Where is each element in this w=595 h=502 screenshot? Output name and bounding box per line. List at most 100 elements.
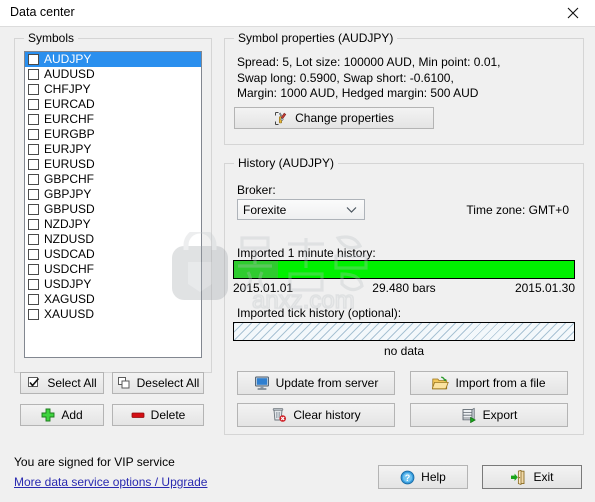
- symbol-checkbox[interactable]: [28, 144, 39, 155]
- two-squares-icon: [117, 376, 131, 390]
- change-properties-button[interactable]: Change properties: [234, 107, 434, 129]
- symbol-list-item[interactable]: CHFJPY: [25, 82, 201, 97]
- symbol-list-item[interactable]: AUDUSD: [25, 67, 201, 82]
- close-icon: [567, 7, 579, 19]
- symbol-properties-legend: Symbol properties (AUDJPY): [234, 31, 398, 45]
- export-label: Export: [482, 408, 518, 422]
- symbol-properties-details: Spread: 5, Lot size: 100000 AUD, Min poi…: [237, 55, 501, 100]
- symbol-checkbox[interactable]: [28, 294, 39, 305]
- symbol-list-item[interactable]: USDCHF: [25, 262, 201, 277]
- symbol-list-item[interactable]: XAGUSD: [25, 292, 201, 307]
- upgrade-link[interactable]: More data service options / Upgrade: [14, 475, 207, 489]
- history-legend: History (AUDJPY): [234, 156, 339, 170]
- symbol-list-item[interactable]: EURUSD: [25, 157, 201, 172]
- select-all-button[interactable]: Select All: [20, 372, 104, 394]
- symbol-list-item[interactable]: EURCHF: [25, 112, 201, 127]
- symbol-list-item[interactable]: USDCAD: [25, 247, 201, 262]
- symbols-panel: Symbols AUDJPY AUDUSD CHFJPY EURCAD EURCHF EU…: [14, 31, 212, 373]
- symbol-label: EURJPY: [44, 142, 92, 156]
- symbol-checkbox[interactable]: [28, 189, 39, 200]
- chevron-down-icon: [345, 203, 358, 217]
- trash-delete-icon: [271, 407, 287, 423]
- import-from-file-label: Import from a file: [455, 376, 546, 390]
- deselect-all-label: Deselect All: [136, 376, 200, 390]
- symbol-label: XAGUSD: [44, 292, 95, 306]
- import-from-file-button[interactable]: Import from a file: [410, 371, 568, 395]
- symbol-list[interactable]: AUDJPY AUDUSD CHFJPY EURCAD EURCHF EURGBP EURJ…: [24, 51, 202, 358]
- exit-label: Exit: [533, 470, 554, 484]
- symbol-list-item[interactable]: GBPCHF: [25, 172, 201, 187]
- exit-door-icon: [510, 469, 527, 485]
- symbol-list-item[interactable]: USDJPY: [25, 277, 201, 292]
- symbol-label: CHFJPY: [44, 82, 91, 96]
- symbol-checkbox[interactable]: [28, 279, 39, 290]
- symbol-list-item[interactable]: EURJPY: [25, 142, 201, 157]
- export-button[interactable]: Export: [410, 403, 568, 427]
- symbol-checkbox[interactable]: [28, 54, 39, 65]
- broker-selected-value: Forexite: [243, 202, 287, 217]
- minute-history-bar: [233, 260, 575, 279]
- vip-status-text: You are signed for VIP service: [14, 455, 175, 469]
- minute-history-bar-dim-segment: [234, 261, 279, 278]
- symbol-checkbox[interactable]: [28, 234, 39, 245]
- broker-select[interactable]: Forexite: [237, 199, 365, 220]
- delete-button[interactable]: Delete: [112, 404, 204, 426]
- symbol-list-item[interactable]: GBPUSD: [25, 202, 201, 217]
- symbol-list-item[interactable]: NZDUSD: [25, 232, 201, 247]
- symbol-label: NZDJPY: [44, 217, 91, 231]
- symbol-checkbox[interactable]: [28, 249, 39, 260]
- title-bar: Data center: [0, 0, 595, 27]
- update-from-server-button[interactable]: Update from server: [237, 371, 395, 395]
- database-export-icon: [461, 407, 477, 423]
- clear-history-button[interactable]: Clear history: [237, 403, 395, 427]
- symbol-label: USDJPY: [44, 277, 92, 291]
- symbol-checkbox[interactable]: [28, 99, 39, 110]
- symbol-checkbox[interactable]: [28, 159, 39, 170]
- svg-text:?: ?: [405, 473, 411, 483]
- symbol-label: USDCHF: [44, 262, 94, 276]
- tick-history-bar: [233, 322, 575, 341]
- wrench-screwdriver-icon: [274, 111, 289, 126]
- symbol-checkbox[interactable]: [28, 174, 39, 185]
- symbol-list-item[interactable]: EURGBP: [25, 127, 201, 142]
- add-label: Add: [61, 408, 83, 422]
- symbol-list-item[interactable]: NZDJPY: [25, 217, 201, 232]
- symbol-checkbox[interactable]: [28, 84, 39, 95]
- clear-history-label: Clear history: [293, 408, 361, 422]
- symbol-label: EURCHF: [44, 112, 94, 126]
- close-button[interactable]: [550, 0, 595, 25]
- green-plus-icon: [41, 408, 55, 422]
- add-button[interactable]: Add: [20, 404, 104, 426]
- symbol-label: XAUUSD: [44, 307, 95, 321]
- symbol-label: EURGBP: [44, 127, 95, 141]
- exit-button[interactable]: Exit: [482, 465, 582, 489]
- symbol-checkbox[interactable]: [28, 219, 39, 230]
- symbol-list-item[interactable]: GBPJPY: [25, 187, 201, 202]
- symbol-label: NZDUSD: [44, 232, 94, 246]
- tick-history-label: Imported tick history (optional):: [237, 306, 402, 320]
- symbol-checkbox[interactable]: [28, 264, 39, 275]
- deselect-all-button[interactable]: Deselect All: [112, 372, 204, 394]
- history-start-date: 2015.01.01: [233, 281, 294, 295]
- symbol-label: EURCAD: [44, 97, 95, 111]
- tick-history-status: no data: [383, 344, 425, 358]
- symbol-label: GBPCHF: [44, 172, 95, 186]
- symbol-label: AUDJPY: [44, 52, 92, 66]
- minute-history-bar-labels: 2015.01.01 29.480 bars 2015.01.30: [233, 281, 575, 296]
- red-minus-icon: [131, 408, 145, 422]
- symbol-label: GBPUSD: [44, 202, 95, 216]
- symbol-label: AUDUSD: [44, 67, 95, 81]
- symbol-list-item[interactable]: EURCAD: [25, 97, 201, 112]
- history-end-date: 2015.01.30: [514, 281, 575, 295]
- timezone-label: Time zone: GMT+0: [466, 203, 569, 217]
- symbol-checkbox[interactable]: [28, 129, 39, 140]
- symbol-checkbox[interactable]: [28, 114, 39, 125]
- symbol-label: GBPJPY: [44, 187, 92, 201]
- symbol-checkbox[interactable]: [28, 69, 39, 80]
- symbol-checkbox[interactable]: [28, 309, 39, 320]
- symbol-list-item[interactable]: XAUUSD: [25, 307, 201, 322]
- help-button[interactable]: ? Help: [378, 465, 468, 489]
- window-title: Data center: [10, 5, 75, 19]
- symbol-checkbox[interactable]: [28, 204, 39, 215]
- symbol-list-item[interactable]: AUDJPY: [25, 52, 201, 67]
